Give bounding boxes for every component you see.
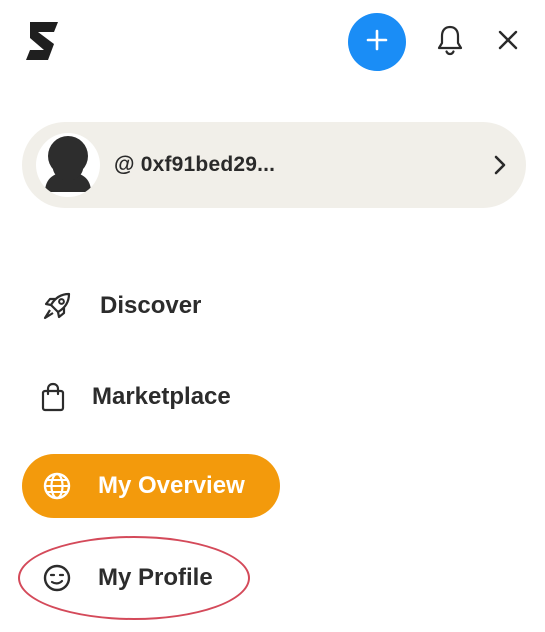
add-button[interactable] — [348, 13, 406, 71]
profile-card[interactable]: @ 0xf91bed29... — [22, 122, 526, 208]
nav-item-my-overview[interactable]: My Overview — [22, 454, 280, 518]
nav-label-marketplace: Marketplace — [92, 383, 231, 410]
s-logo-icon[interactable] — [24, 18, 60, 64]
plus-icon — [365, 28, 389, 57]
nav-item-marketplace[interactable]: Marketplace — [38, 377, 231, 417]
avatar — [36, 133, 100, 197]
nav-item-discover[interactable]: Discover — [42, 286, 201, 326]
smiley-face-icon — [42, 563, 72, 593]
close-button[interactable] — [492, 26, 524, 58]
globe-icon — [42, 471, 72, 501]
profile-handle: @ 0xf91bed29... — [114, 153, 276, 176]
shopping-bag-icon — [38, 382, 68, 412]
bell-icon — [435, 24, 465, 61]
close-icon — [496, 28, 520, 57]
nav-item-my-profile[interactable]: My Profile — [42, 558, 213, 598]
rocket-icon — [42, 291, 72, 321]
nav-label-discover: Discover — [100, 292, 202, 319]
notifications-button[interactable] — [432, 24, 468, 60]
mobile-menu: @ 0xf91bed29... Discover Marketplace My … — [0, 0, 545, 632]
nav-label-my-overview: My Overview — [98, 472, 245, 499]
nav-label-my-profile: My Profile — [98, 564, 213, 591]
avatar-silhouette-icon — [41, 134, 95, 197]
chevron-right-icon[interactable] — [486, 150, 514, 180]
